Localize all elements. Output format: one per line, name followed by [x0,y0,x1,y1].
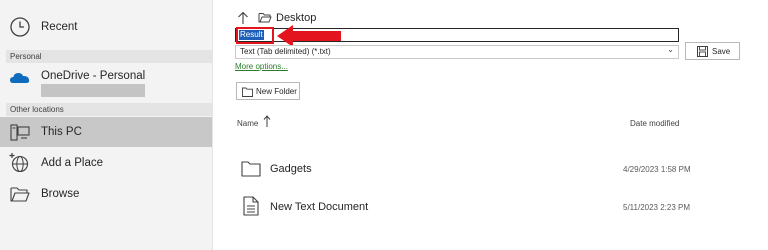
column-header-date-modified[interactable]: Date modified [630,119,679,128]
document-icon [243,196,259,216]
arrow-up-icon[interactable] [237,11,249,25]
save-icon [697,46,708,57]
cloud-icon [10,73,30,83]
nav-recent[interactable]: Recent [0,12,212,42]
globe-plus-icon [9,153,29,173]
file-row[interactable]: Gadgets 4/29/2023 1:58 PM [213,150,768,188]
folder-icon [241,161,261,177]
file-date-modified: 4/29/2023 1:58 PM [623,165,691,174]
file-name: Gadgets [270,163,312,175]
nav-add-place-label: Add a Place [41,157,104,169]
file-row[interactable]: New Text Document 5/11/2023 2:23 PM [213,188,768,226]
clock-icon [10,17,30,37]
save-button[interactable]: Save [685,42,740,60]
nav-recent-label: Recent [41,21,78,33]
folder-open-icon [10,187,30,202]
nav-add-place[interactable]: Add a Place [0,148,212,178]
new-folder-icon [242,87,253,97]
save-button-label: Save [712,47,731,56]
redacted-account-info [41,84,145,97]
main-panel: Desktop Result Text (Tab delimited) (*.t… [213,0,768,250]
new-folder-button[interactable]: New Folder [236,82,300,100]
folder-open-icon [258,13,272,23]
nav-browse[interactable]: Browse [0,179,212,209]
nav-this-pc[interactable]: This PC [0,117,212,147]
sidebar: Recent Personal OneDrive - Personal Othe… [0,0,213,250]
file-name: New Text Document [270,201,369,213]
nav-onedrive-label: OneDrive - Personal [41,70,146,82]
computer-icon [10,124,30,141]
file-date-modified: 5/11/2023 2:23 PM [623,203,691,212]
section-header-other-locations: Other locations [6,103,212,116]
section-header-personal: Personal [6,50,212,63]
nav-this-pc-label: This PC [41,126,82,138]
file-type-select[interactable]: Text (Tab delimited) (*.txt) ⌄ [235,45,679,59]
chevron-down-icon: ⌄ [667,45,674,54]
annotation-highlight-box [236,27,274,44]
more-options-link[interactable]: More options... [235,62,288,71]
current-location[interactable]: Desktop [276,12,316,24]
nav-browse-label: Browse [41,188,80,200]
new-folder-label: New Folder [256,87,297,96]
column-header-name[interactable]: Name [237,119,258,128]
file-type-value: Text (Tab delimited) (*.txt) [240,47,331,56]
sort-ascending-icon [263,115,271,127]
